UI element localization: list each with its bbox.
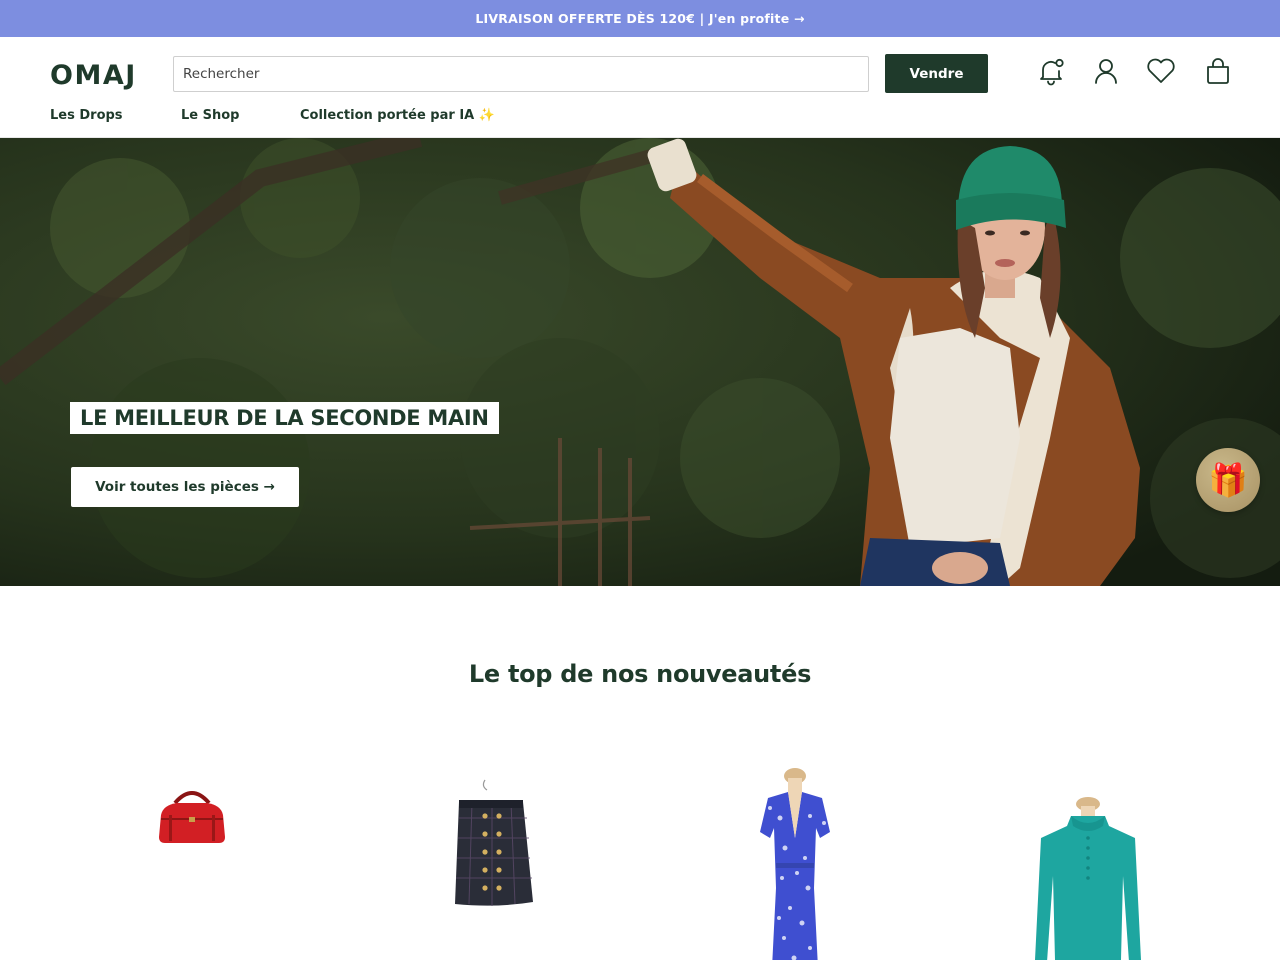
- red-handbag-image: [159, 791, 225, 843]
- sell-button[interactable]: Vendre: [885, 54, 988, 93]
- nav-item-ai-collection[interactable]: Collection portée par IA ✨: [300, 108, 495, 123]
- user-icon[interactable]: [1090, 55, 1122, 87]
- product-card[interactable]: [645, 760, 945, 960]
- promo-banner[interactable]: LIVRAISON OFFERTE DÈS 120€ | J'en profit…: [0, 0, 1280, 37]
- hero-title: LE MEILLEUR DE LA SECONDE MAIN: [70, 402, 499, 434]
- hero-banner: LE MEILLEUR DE LA SECONDE MAIN Voir tout…: [0, 138, 1280, 586]
- teal-sweater-image: [1035, 797, 1141, 960]
- product-card[interactable]: [42, 760, 342, 960]
- nav-item-shop[interactable]: Le Shop: [181, 108, 239, 123]
- search-input[interactable]: [173, 56, 869, 92]
- promo-text[interactable]: LIVRAISON OFFERTE DÈS 120€ | J'en profit…: [475, 11, 804, 26]
- product-card[interactable]: [938, 760, 1238, 960]
- section-title: Le top de nos nouveautés: [468, 660, 812, 688]
- bell-icon[interactable]: [1035, 55, 1067, 87]
- hero-image: [0, 138, 1280, 586]
- tweed-skirt-image: [455, 779, 533, 906]
- view-all-pieces-button[interactable]: Voir toutes les pièces →: [71, 467, 299, 507]
- floral-dress-image: [760, 768, 830, 960]
- gift-icon[interactable]: 🎁: [1196, 448, 1260, 512]
- nav-item-drops[interactable]: Les Drops: [50, 108, 123, 123]
- logo[interactable]: OMAJ: [50, 60, 137, 91]
- site-header: OMAJ Vendre Les Drops Le Shop Collection…: [0, 37, 1280, 138]
- heart-icon[interactable]: [1145, 55, 1177, 87]
- bag-icon[interactable]: [1202, 55, 1234, 87]
- product-card[interactable]: [342, 760, 642, 960]
